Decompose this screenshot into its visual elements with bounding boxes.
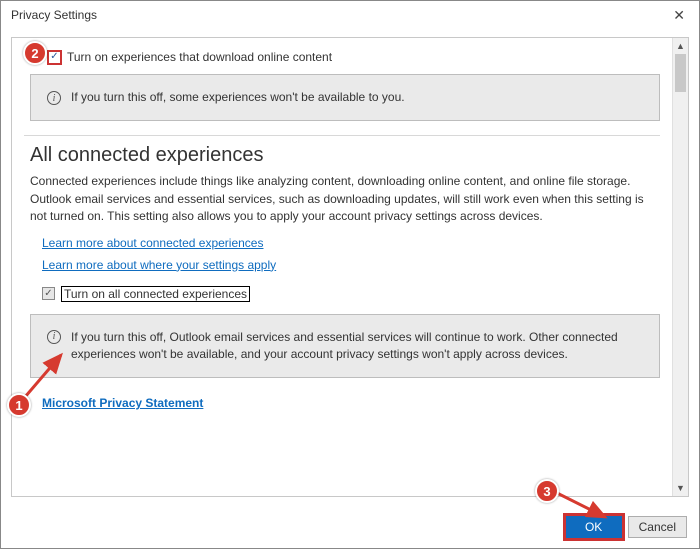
close-icon[interactable]: ✕ [667,5,691,26]
connected-description: Connected experiences include things lik… [30,173,654,225]
button-bar: OK Cancel [1,506,699,548]
checkmark-icon: ✓ [44,289,52,299]
checkmark-icon: ✓ [50,52,58,62]
info-icon: i [47,330,61,344]
connected-info: i If you turn this off, Outlook email se… [30,314,660,379]
learn-settings-apply-link[interactable]: Learn more about where your settings app… [42,258,276,272]
scroll-thumb[interactable] [675,54,686,92]
scroll-down-icon[interactable]: ▼ [673,480,688,496]
annotation-badge-1: 1 [7,393,31,417]
divider [24,135,660,136]
learn-connected-link[interactable]: Learn more about connected experiences [42,236,263,250]
download-content-info: i If you turn this off, some experiences… [30,74,660,121]
connected-title: All connected experiences [30,144,660,167]
download-content-label: Turn on experiences that download online… [67,50,332,64]
connected-checkbox[interactable]: ✓ [42,287,55,300]
scroll-up-icon[interactable]: ▲ [673,38,688,54]
download-content-checkbox[interactable]: ✓ [48,51,61,64]
download-content-info-text: If you turn this off, some experiences w… [71,89,405,106]
scrollbar[interactable]: ▲ ▼ [672,38,688,496]
cancel-button[interactable]: Cancel [628,516,687,538]
privacy-settings-dialog: Privacy Settings ✕ ✓ Turn on experiences… [0,0,700,549]
scroll-pane: ✓ Turn on experiences that download onli… [11,37,689,497]
titlebar: Privacy Settings ✕ [1,1,699,29]
privacy-statement-link[interactable]: Microsoft Privacy Statement [42,396,203,410]
connected-row: ✓ Turn on all connected experiences [42,286,660,302]
dialog-title: Privacy Settings [11,8,97,22]
scroll-track[interactable] [673,54,688,480]
annotation-badge-3: 3 [535,479,559,503]
connected-info-text: If you turn this off, Outlook email serv… [71,329,643,364]
annotation-badge-2: 2 [23,41,47,65]
ok-button[interactable]: OK [566,516,622,538]
scroll-content: ✓ Turn on experiences that download onli… [12,38,672,496]
info-icon: i [47,91,61,105]
download-content-row: ✓ Turn on experiences that download onli… [48,50,660,64]
connected-label: Turn on all connected experiences [61,286,250,302]
body-area: ✓ Turn on experiences that download onli… [1,29,699,506]
